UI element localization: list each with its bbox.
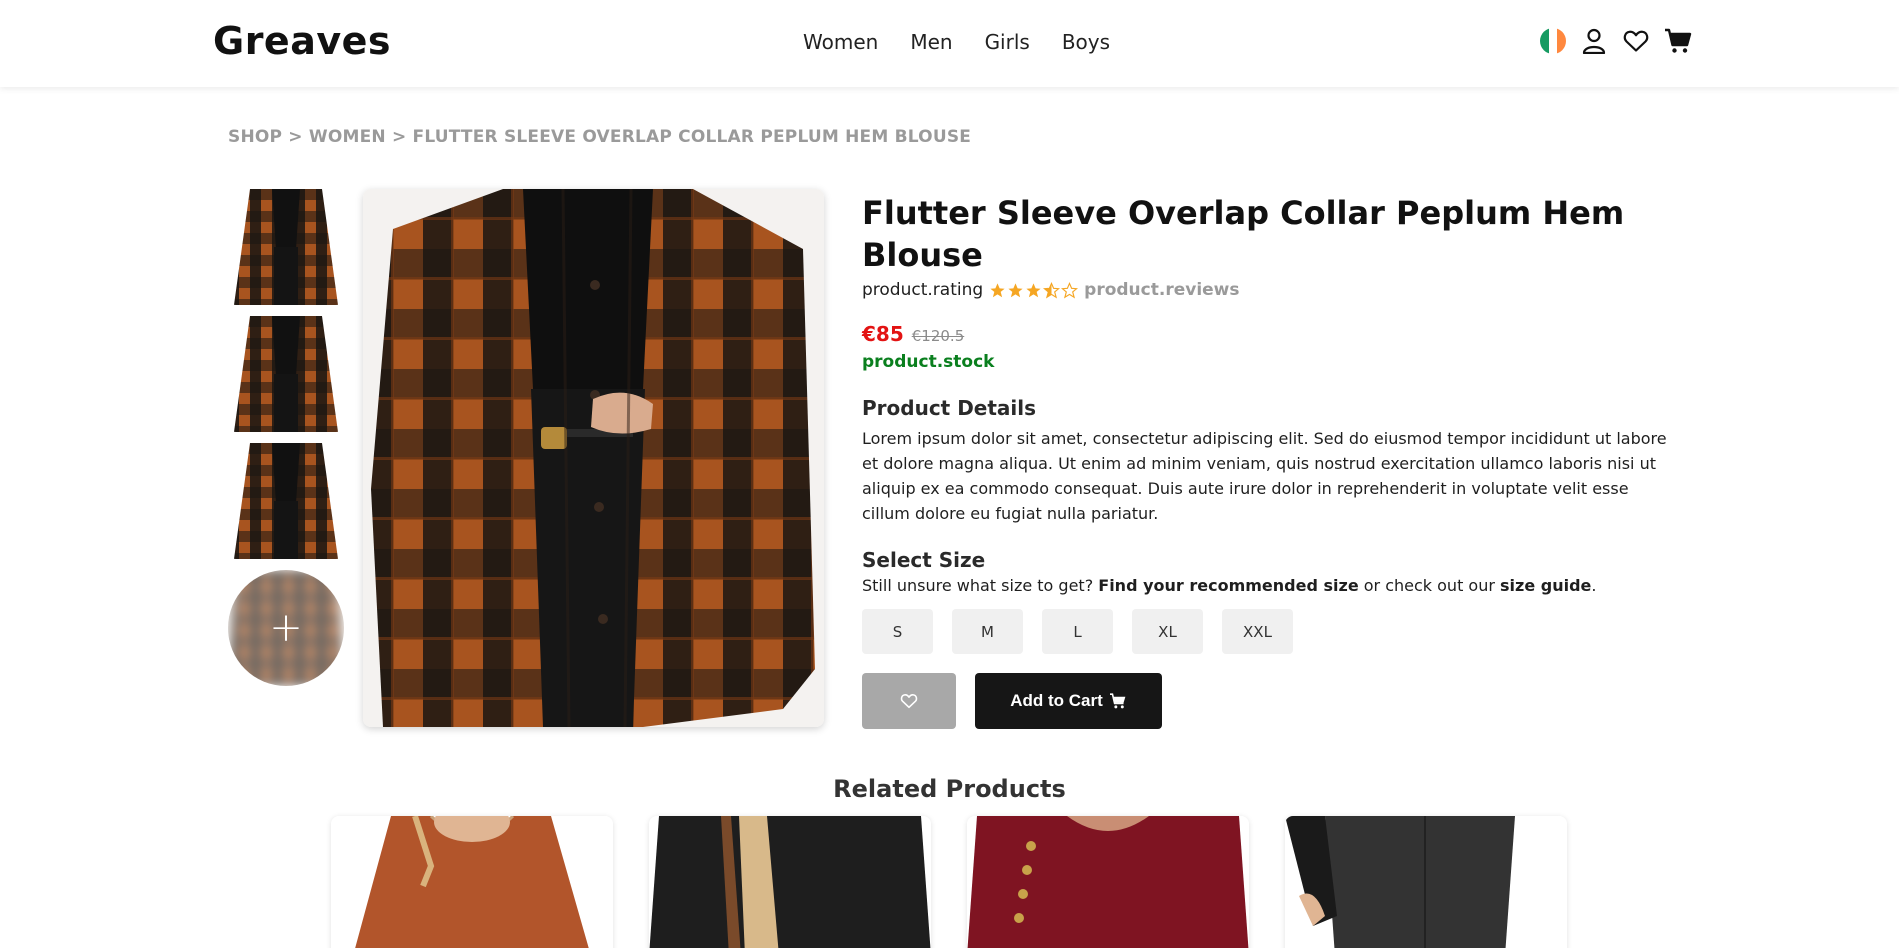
heart-icon[interactable] (1622, 27, 1650, 55)
thumbnail-image[interactable] (228, 443, 344, 559)
size-title: Select Size (862, 548, 986, 572)
main-nav: Women Men Girls Boys (803, 30, 1110, 54)
site-header: Greaves Women Men Girls Boys (0, 0, 1899, 87)
star-full-icon (990, 282, 1005, 297)
thumbnail-image[interactable] (228, 316, 344, 432)
ireland-flag-icon[interactable] (1540, 28, 1566, 54)
star-rating (989, 281, 1079, 299)
add-to-cart-button[interactable]: Add to Cart (975, 673, 1162, 729)
reviews-link[interactable]: product.reviews (1084, 280, 1239, 300)
rating-label: product.rating (862, 280, 984, 300)
thumbnail-list: + (228, 189, 344, 686)
product-actions: Add to Cart (862, 673, 1682, 729)
heart-icon (900, 694, 918, 709)
product-title: Flutter Sleeve Overlap Collar Peplum Hem… (862, 194, 1625, 274)
size-option-xxl[interactable]: XXL (1222, 609, 1293, 654)
size-help: Still unsure what size to get? Find your… (862, 576, 1682, 595)
cart-icon (1109, 693, 1126, 709)
related-product-card[interactable] (967, 816, 1249, 948)
size-help-prefix: Still unsure what size to get? (862, 576, 1099, 595)
size-help-suffix: . (1591, 576, 1597, 595)
nav-item-girls[interactable]: Girls (985, 30, 1030, 54)
nav-item-men[interactable]: Men (910, 30, 952, 54)
more-images-button[interactable]: + (228, 570, 344, 686)
size-option-s[interactable]: S (862, 609, 933, 654)
header-icons (1540, 27, 1692, 55)
related-products-list (331, 816, 1567, 948)
nav-item-women[interactable]: Women (803, 30, 878, 54)
old-price: €120.5 (911, 327, 965, 345)
size-help-mid: or check out our (1358, 576, 1501, 595)
cart-icon[interactable] (1664, 27, 1692, 55)
stock-status: product.stock (862, 352, 995, 372)
price-row: €85 €120.5 (862, 322, 1682, 346)
related-product-card[interactable] (649, 816, 931, 948)
product-description: Lorem ipsum dolor sit amet, consectetur … (862, 429, 1667, 523)
star-full-icon (1008, 282, 1023, 297)
brand-logo[interactable]: Greaves (213, 19, 391, 63)
current-price: €85 (862, 322, 904, 346)
user-icon[interactable] (1580, 27, 1608, 55)
plus-icon: + (269, 605, 303, 651)
size-option-xl[interactable]: XL (1132, 609, 1203, 654)
add-to-cart-label: Add to Cart (1010, 691, 1103, 710)
recommended-size-link[interactable]: Find your recommended size (1098, 576, 1358, 595)
size-options: S M L XL XXL (862, 609, 1682, 654)
product-info: Flutter Sleeve Overlap Collar Peplum Hem… (862, 192, 1682, 729)
size-option-m[interactable]: M (952, 609, 1023, 654)
details-title: Product Details (862, 396, 1037, 420)
related-products-title: Related Products (833, 775, 1066, 803)
related-product-card[interactable] (1285, 816, 1567, 948)
breadcrumb[interactable]: SHOP > WOMEN > FLUTTER SLEEVE OVERLAP CO… (228, 127, 971, 147)
thumbnail-image[interactable] (228, 189, 344, 305)
related-product-card[interactable] (331, 816, 613, 948)
add-to-wishlist-button[interactable] (862, 673, 956, 729)
star-empty-icon (1061, 281, 1079, 298)
size-option-l[interactable]: L (1042, 609, 1113, 654)
rating-row: product.rating product.reviews (862, 280, 1682, 300)
star-full-icon (1026, 282, 1041, 297)
size-guide-link[interactable]: size guide (1500, 576, 1591, 595)
main-product-image[interactable] (363, 189, 824, 727)
star-half-icon (1043, 281, 1061, 298)
nav-item-boys[interactable]: Boys (1062, 30, 1110, 54)
